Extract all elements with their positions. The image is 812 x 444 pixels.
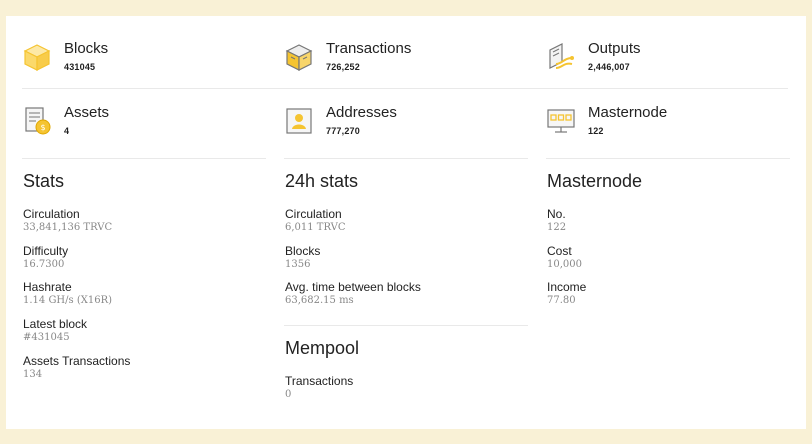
stats-24h-title: 24h stats — [285, 171, 359, 191]
stat-24h-blocks: Blocks 1356 — [285, 244, 320, 270]
stat-assets-transactions: Assets Transactions 134 — [23, 354, 130, 380]
svg-text:$: $ — [40, 123, 45, 132]
divider — [22, 158, 266, 159]
masternode-monitor-icon — [547, 109, 575, 133]
stat-label: Income — [547, 280, 587, 294]
addresses-id-card-icon — [286, 108, 312, 134]
stat-value: 77.80 — [547, 295, 576, 306]
stat-latest-block: Latest block #431045 — [23, 317, 87, 343]
stat-mempool-transactions: Transactions 0 — [285, 374, 353, 400]
transactions-box-icon — [285, 44, 313, 71]
summary-value: 726,252 — [326, 62, 360, 72]
divider — [546, 158, 790, 159]
stat-value: 1356 — [285, 259, 311, 270]
stat-difficulty: Difficulty 16.7300 — [23, 244, 68, 270]
stat-value: 16.7300 — [23, 259, 65, 270]
stat-label: Circulation — [23, 207, 80, 221]
stat-hashrate: Hashrate 1.14 GH/s (X16R) — [23, 280, 112, 306]
summary-value: 2,446,007 — [588, 62, 630, 72]
stat-label: Hashrate — [23, 280, 72, 294]
stat-label: Transactions — [285, 374, 354, 388]
stats-title: Stats — [23, 171, 65, 191]
summary-value: 777,270 — [326, 126, 360, 136]
summary-value: 431045 — [64, 62, 96, 72]
stat-label: Latest block — [23, 317, 88, 331]
stat-value: 6,011 TRVC — [285, 222, 346, 233]
blocks-cube-icon — [23, 44, 51, 71]
assets-document-icon: $ — [25, 107, 51, 135]
summary-label: Masternode — [588, 104, 668, 121]
stat-masternode-income: Income 77.80 — [547, 280, 586, 306]
divider — [22, 88, 788, 89]
masternode-title: Masternode — [547, 171, 643, 191]
stat-label: Circulation — [285, 207, 342, 221]
summary-label: Outputs — [588, 40, 641, 57]
summary-addresses[interactable]: Addresses 777,270 — [284, 104, 397, 136]
stat-label: Cost — [547, 244, 572, 258]
summary-label: Blocks — [64, 40, 109, 57]
explorer-overview-card: Blocks 431045 Transactions 726,252 Outpu… — [6, 16, 806, 429]
stat-24h-circulation: Circulation 6,011 TRVC — [285, 207, 346, 233]
outputs-icon — [549, 43, 574, 69]
summary-value: 4 — [64, 126, 70, 136]
stat-label: No. — [547, 207, 566, 221]
stat-value: 63,682.15 ms — [285, 295, 354, 306]
stat-value: 1.14 GH/s (X16R) — [23, 295, 113, 306]
stat-value: 134 — [23, 369, 43, 380]
stat-24h-avg-time: Avg. time between blocks 63,682.15 ms — [285, 280, 421, 306]
summary-label: Assets — [64, 104, 110, 121]
stat-value: #431045 — [23, 332, 70, 343]
summary-label: Transactions — [326, 40, 412, 57]
stat-label: Difficulty — [23, 244, 69, 258]
stat-value: 122 — [547, 222, 567, 233]
stat-label: Assets Transactions — [23, 354, 131, 368]
stat-masternode-cost: Cost 10,000 — [547, 244, 582, 270]
stat-label: Blocks — [285, 244, 321, 258]
stat-value: 10,000 — [547, 259, 582, 270]
summary-assets[interactable]: $ Assets 4 — [22, 104, 109, 136]
mempool-title: Mempool — [285, 338, 360, 358]
summary-outputs[interactable]: Outputs 2,446,007 — [546, 40, 641, 72]
summary-masternode[interactable]: Masternode 122 — [546, 104, 667, 136]
stat-masternode-no: No. 122 — [547, 207, 566, 233]
stat-circulation: Circulation 33,841,136 TRVC — [23, 207, 112, 233]
summary-label: Addresses — [326, 104, 397, 121]
stat-label: Avg. time between blocks — [285, 280, 421, 294]
divider — [284, 325, 528, 326]
summary-value: 122 — [588, 126, 604, 136]
summary-blocks[interactable]: Blocks 431045 — [22, 40, 108, 72]
divider — [284, 158, 528, 159]
stat-value: 33,841,136 TRVC — [23, 222, 113, 233]
summary-transactions[interactable]: Transactions 726,252 — [284, 40, 411, 72]
stat-value: 0 — [285, 389, 292, 400]
